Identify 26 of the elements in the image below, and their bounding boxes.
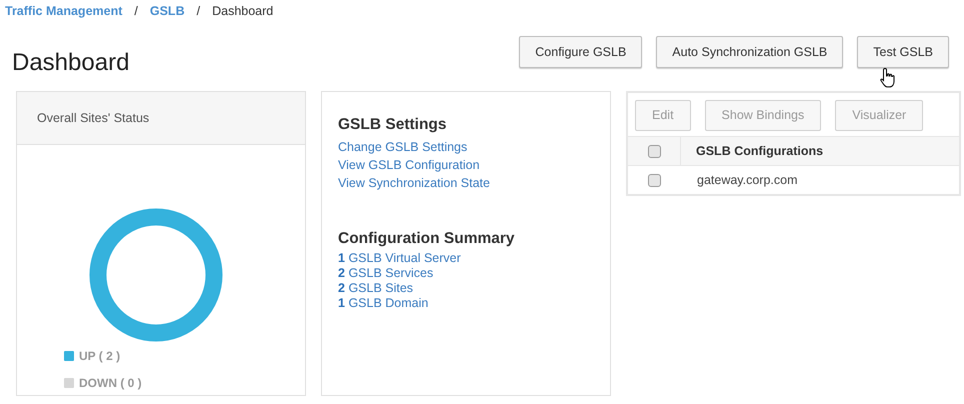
action-button[interactable]: Auto Synchronization GSLB bbox=[656, 36, 844, 68]
legend-label: DOWN ( 0 ) bbox=[79, 375, 142, 392]
breadcrumb-separator: / bbox=[134, 2, 138, 20]
checkbox[interactable] bbox=[648, 174, 661, 186]
breadcrumb-link[interactable]: Traffic Management bbox=[5, 2, 122, 20]
legend-label: UP ( 2 ) bbox=[79, 348, 120, 365]
summary-link[interactable]: 1 GSLB Domain bbox=[338, 296, 428, 310]
page-title: Dashboard bbox=[12, 48, 130, 78]
breadcrumb-current: Dashboard bbox=[212, 2, 274, 20]
summary-link[interactable]: 1 GSLB Virtual Server bbox=[338, 250, 461, 266]
section-heading: Configuration Summary bbox=[338, 229, 516, 250]
hand-cursor-icon bbox=[880, 67, 897, 89]
column-header: GSLB Configurations bbox=[695, 142, 824, 160]
settings-link[interactable]: Change GSLB Settings bbox=[338, 138, 468, 156]
settings-link[interactable]: View GSLB Configuration bbox=[338, 156, 480, 174]
checkbox[interactable] bbox=[648, 144, 660, 158]
settings-link[interactable]: View Synchronization State bbox=[338, 174, 490, 192]
action-button[interactable]: Configure GSLB bbox=[519, 36, 642, 68]
summary-link[interactable]: 2 GSLB Sites bbox=[338, 280, 414, 296]
breadcrumb-link[interactable]: GSLB bbox=[150, 2, 185, 20]
summary-link[interactable]: 2 GSLB Services bbox=[338, 266, 434, 280]
table-cell-text: gateway.corp.com bbox=[696, 172, 798, 189]
breadcrumb-separator: / bbox=[196, 2, 200, 20]
panel-title: Overall Sites' Status bbox=[37, 110, 150, 127]
section-heading: GSLB Settings bbox=[338, 115, 448, 135]
action-button[interactable]: Test GSLB bbox=[857, 36, 949, 68]
